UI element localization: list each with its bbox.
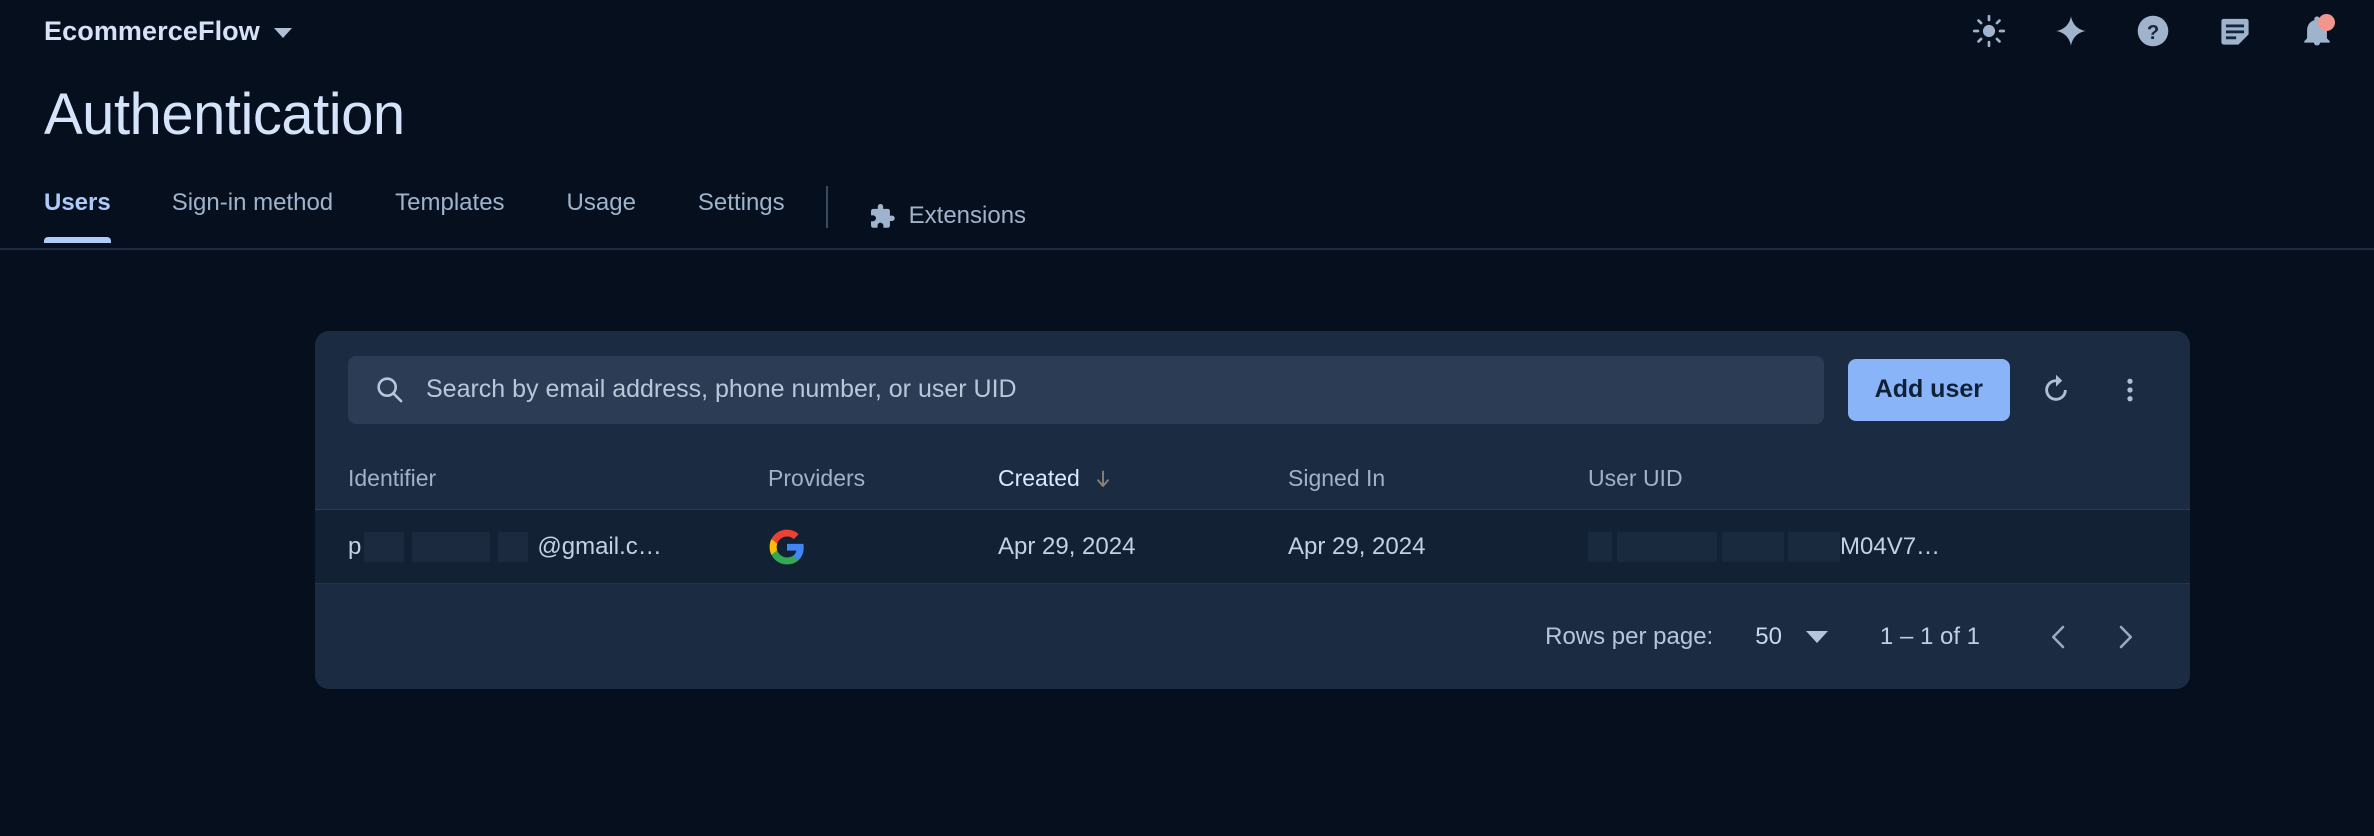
redaction-block xyxy=(1588,531,1612,562)
tab-usage[interactable]: Usage xyxy=(536,186,667,243)
identifier-suffix: @gmail.c… xyxy=(537,532,662,560)
redaction-block xyxy=(412,531,491,562)
column-label: Created xyxy=(998,465,1080,491)
rows-per-page-value: 50 xyxy=(1755,622,1782,650)
feedback-icon-button[interactable] xyxy=(2214,10,2256,52)
table-footer: Rows per page: 50 1 – 1 of 1 xyxy=(315,584,2190,689)
svg-text:?: ? xyxy=(2147,22,2159,44)
tab-label: Usage xyxy=(566,189,636,216)
tab-sign-in-method[interactable]: Sign-in method xyxy=(141,186,364,243)
tab-label: Settings xyxy=(697,189,785,216)
chevron-right-icon xyxy=(2119,625,2132,648)
redaction-block xyxy=(1722,531,1784,562)
users-toolbar: Search by email address, phone number, o… xyxy=(315,331,2190,448)
tab-extensions[interactable]: Extensions xyxy=(838,186,1057,243)
identifier-prefix: p xyxy=(348,532,362,560)
google-logo-icon xyxy=(769,529,804,564)
project-selector[interactable]: EcommerceFlow xyxy=(44,16,292,47)
tab-settings[interactable]: Settings xyxy=(667,186,816,243)
column-header-identifier[interactable]: Identifier xyxy=(348,465,768,492)
tab-users[interactable]: Users xyxy=(44,186,141,243)
authentication-page: EcommerceFlow ? Authentication Users Sig… xyxy=(0,0,2374,836)
refresh-icon xyxy=(2045,374,2067,401)
page-title: Authentication xyxy=(44,82,405,147)
more-vert-icon xyxy=(2127,378,2133,401)
refresh-button[interactable] xyxy=(2028,362,2084,418)
brightness-icon-button[interactable] xyxy=(1968,10,2010,52)
next-page-button[interactable] xyxy=(2094,606,2156,668)
column-label: Signed In xyxy=(1288,465,1386,491)
sparkle-icon xyxy=(2056,16,2086,46)
sparkle-icon-button[interactable] xyxy=(2050,10,2092,52)
tab-templates[interactable]: Templates xyxy=(364,186,535,243)
cell-identifier: p @gmail.c… xyxy=(348,531,768,562)
help-icon-button[interactable]: ? xyxy=(2132,10,2174,52)
column-header-providers[interactable]: Providers xyxy=(768,465,998,492)
rows-per-page-select[interactable]: 50 xyxy=(1755,623,1828,651)
table-row[interactable]: p @gmail.c… Apr 29, 2024 Apr 29, 2024 M0… xyxy=(315,510,2190,584)
cell-signed-in: Apr 29, 2024 xyxy=(1288,532,1426,560)
column-header-created[interactable]: Created xyxy=(998,465,1288,492)
redaction-block xyxy=(1788,531,1840,562)
cell-user-uid: M04V7… xyxy=(1588,531,2190,562)
help-icon: ? xyxy=(2137,15,2169,47)
column-label: User UID xyxy=(1588,465,1683,491)
search-icon xyxy=(377,377,403,403)
notification-badge xyxy=(2318,14,2335,31)
top-bar-actions: ? xyxy=(1968,10,2338,52)
users-table: Identifier Providers Created Signed In U xyxy=(315,448,2190,689)
tab-label: Users xyxy=(44,189,111,216)
users-card: Search by email address, phone number, o… xyxy=(315,331,2190,689)
project-name: EcommerceFlow xyxy=(44,15,260,46)
add-user-button[interactable]: Add user xyxy=(1847,358,2010,421)
brightness-icon xyxy=(1972,14,2006,48)
table-header-row: Identifier Providers Created Signed In U xyxy=(315,448,2190,510)
cell-providers xyxy=(768,528,998,566)
notifications-icon-button[interactable] xyxy=(2296,10,2338,52)
chevron-down-icon xyxy=(1805,630,1828,643)
tab-label: Sign-in method xyxy=(171,189,334,216)
column-header-user-uid[interactable]: User UID xyxy=(1588,465,2190,492)
top-bar: EcommerceFlow ? xyxy=(0,0,2374,62)
chevron-down-icon xyxy=(273,28,292,38)
previous-page-button[interactable] xyxy=(2028,606,2090,668)
more-options-button[interactable] xyxy=(2102,362,2158,418)
extensions-puzzle-icon xyxy=(870,203,895,228)
pagination-range: 1 – 1 of 1 xyxy=(1879,622,1980,650)
chevron-left-icon xyxy=(2052,625,2065,648)
rows-per-page-label: Rows per page: xyxy=(1545,622,1714,650)
cell-created: Apr 29, 2024 xyxy=(998,532,1136,560)
feedback-icon xyxy=(2221,18,2249,45)
redaction-block xyxy=(498,531,529,562)
user-uid-suffix: M04V7… xyxy=(1840,532,1941,560)
column-label: Providers xyxy=(768,465,866,491)
redaction-block xyxy=(1617,531,1717,562)
tab-divider xyxy=(825,186,828,228)
tab-bar: Users Sign-in method Templates Usage Set… xyxy=(0,186,2374,250)
column-header-signed-in[interactable]: Signed In xyxy=(1288,465,1588,492)
redaction-block xyxy=(364,531,405,562)
search-placeholder: Search by email address, phone number, o… xyxy=(426,375,1017,403)
search-input[interactable]: Search by email address, phone number, o… xyxy=(348,355,1824,424)
tab-label: Templates xyxy=(395,189,505,216)
sort-arrow-down-icon xyxy=(1096,470,1109,487)
column-label: Identifier xyxy=(348,465,437,491)
tab-label: Extensions xyxy=(908,202,1027,229)
